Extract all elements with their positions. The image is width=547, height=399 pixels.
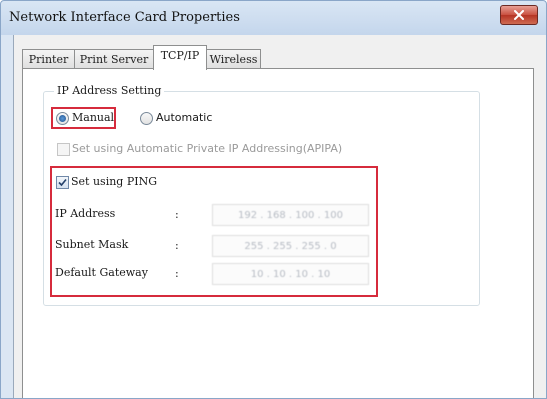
default-gateway-separator: : bbox=[175, 267, 179, 280]
ip-address-separator: : bbox=[175, 208, 179, 221]
automatic-radio[interactable] bbox=[140, 112, 153, 125]
close-x-icon bbox=[514, 10, 524, 20]
checkmark-icon bbox=[58, 178, 67, 187]
window-title: Network Interface Card Properties bbox=[9, 10, 240, 25]
apipa-checkbox bbox=[57, 143, 70, 156]
subnet-mask-label: Subnet Mask bbox=[55, 238, 129, 251]
close-button[interactable] bbox=[500, 5, 538, 25]
manual-label[interactable]: Manual bbox=[72, 111, 114, 124]
ip-address-input[interactable]: 192 . 168 . 100 . 100 bbox=[212, 204, 369, 226]
subnet-mask-separator: : bbox=[175, 239, 179, 252]
tcpip-tab-panel: IP Address Setting Manual Automatic Set … bbox=[22, 68, 534, 398]
apipa-label: Set using Automatic Private IP Addressin… bbox=[72, 142, 343, 155]
tab-printer[interactable]: Printer bbox=[22, 49, 75, 69]
tab-wireless[interactable]: Wireless bbox=[206, 49, 261, 69]
ip-address-setting-group: IP Address Setting Manual Automatic Set … bbox=[43, 84, 480, 306]
tab-tcpip[interactable]: TCP/IP bbox=[153, 45, 207, 70]
dialog-client-area: Printer Print Server TCP/IP Wireless IP … bbox=[13, 35, 546, 398]
default-gateway-label: Default Gateway bbox=[55, 266, 148, 279]
properties-window: Network Interface Card Properties Printe… bbox=[0, 0, 547, 399]
subnet-mask-input[interactable]: 255 . 255 . 255 . 0 bbox=[212, 235, 369, 257]
title-bar[interactable]: Network Interface Card Properties bbox=[1, 1, 546, 35]
manual-radio[interactable] bbox=[56, 112, 69, 125]
ping-label[interactable]: Set using PING bbox=[71, 175, 157, 188]
default-gateway-input[interactable]: 10 . 10 . 10 . 10 bbox=[212, 263, 369, 285]
ip-address-label: IP Address bbox=[55, 207, 116, 220]
tab-print-server[interactable]: Print Server bbox=[74, 49, 154, 69]
ping-checkbox[interactable] bbox=[56, 176, 69, 189]
automatic-label[interactable]: Automatic bbox=[156, 111, 212, 124]
group-legend: IP Address Setting bbox=[54, 84, 165, 97]
